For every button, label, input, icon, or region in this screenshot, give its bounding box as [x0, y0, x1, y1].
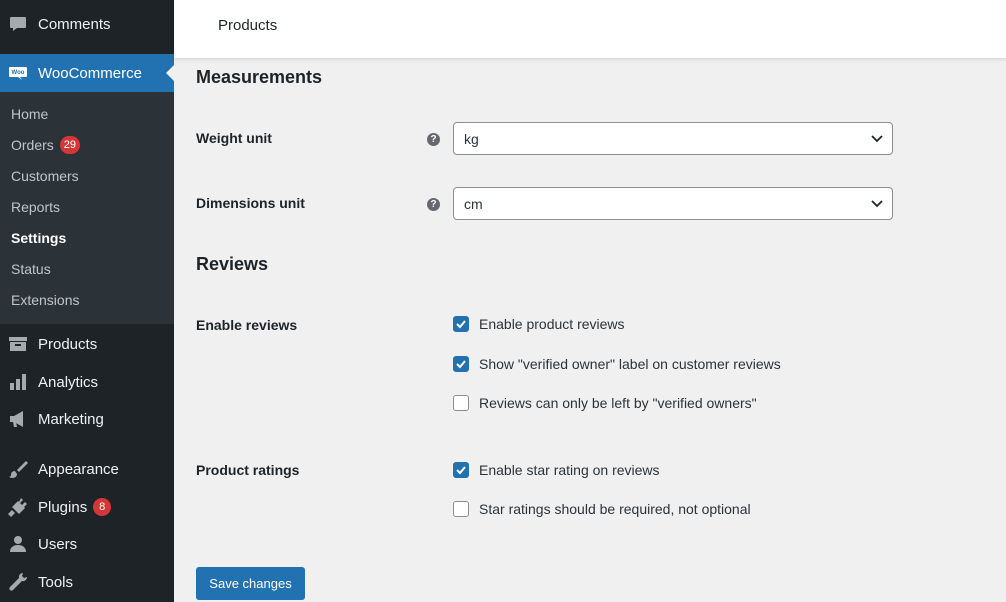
menu-item-marketing[interactable]: Marketing: [0, 401, 174, 437]
menu-label: Plugins: [38, 498, 88, 516]
menu-item-tools[interactable]: Tools: [0, 564, 174, 600]
page-title: Products: [218, 17, 278, 34]
comment-icon: [8, 14, 28, 34]
plugins-count-badge: 8: [93, 498, 112, 516]
reviews-heading: Reviews: [196, 254, 269, 274]
submenu-label: Settings: [11, 230, 67, 246]
checkbox-label: Enable product reviews: [479, 316, 625, 332]
checkbox-label: Reviews can only be left by "verified ow…: [479, 395, 757, 411]
menu-item-users[interactable]: Users: [0, 526, 174, 562]
submenu-label: Home: [11, 106, 49, 122]
menu-label: Analytics: [38, 373, 99, 391]
checkmark-icon: [456, 320, 466, 329]
help-icon[interactable]: ?: [427, 133, 440, 146]
submenu-item-reports[interactable]: Reports: [11, 199, 60, 215]
enable-star-rating-checkbox[interactable]: [453, 462, 469, 478]
selected-value: cm: [464, 195, 483, 212]
wrench-icon: [8, 572, 28, 592]
menu-item-woocommerce[interactable]: Woo WooCommerce: [0, 54, 174, 92]
orders-count-badge: 29: [59, 136, 81, 154]
submenu-label: Reports: [11, 199, 61, 215]
submenu-item-status[interactable]: Status: [11, 261, 51, 277]
user-icon: [8, 534, 28, 554]
verified-owner-label-checkbox[interactable]: [453, 356, 469, 372]
dimensions-unit-label: Dimensions unit: [196, 195, 305, 211]
enable-product-reviews-option[interactable]: Enable product reviews: [453, 316, 625, 332]
menu-label: Comments: [38, 15, 111, 33]
page-header: Products: [174, 0, 1006, 58]
paintbrush-icon: [8, 459, 28, 479]
woo-logo-text: Woo: [12, 70, 25, 76]
menu-label: Marketing: [38, 410, 104, 428]
menu-item-products[interactable]: Products: [0, 326, 174, 362]
submenu-label: Customers: [11, 168, 79, 184]
woocommerce-submenu: Home Orders 29 Customers Reports Setting…: [0, 92, 174, 324]
current-arrow: [166, 65, 174, 81]
product-ratings-label: Product ratings: [196, 462, 300, 478]
megaphone-icon: [8, 409, 28, 429]
enable-product-reviews-checkbox[interactable]: [453, 316, 469, 332]
verified-owners-only-option[interactable]: Reviews can only be left by "verified ow…: [453, 395, 757, 411]
menu-label: Appearance: [38, 460, 119, 478]
help-icon[interactable]: ?: [427, 198, 440, 211]
checkmark-icon: [456, 360, 466, 369]
menu-item-plugins[interactable]: Plugins 8: [0, 489, 174, 525]
verified-owner-label-option[interactable]: Show "verified owner" label on customer …: [453, 356, 781, 372]
weight-unit-label: Weight unit: [196, 130, 272, 146]
bar-chart-icon: [8, 372, 28, 392]
woocommerce-icon: Woo: [8, 63, 28, 83]
submenu-label: Extensions: [11, 292, 80, 308]
chevron-down-icon: [870, 131, 884, 145]
checkmark-icon: [456, 466, 466, 475]
star-rating-required-option[interactable]: Star ratings should be required, not opt…: [453, 501, 751, 517]
checkbox-label: Star ratings should be required, not opt…: [479, 501, 751, 517]
measurements-heading: Measurements: [196, 67, 323, 87]
menu-item-analytics[interactable]: Analytics: [0, 364, 174, 400]
submenu-item-customers[interactable]: Customers: [11, 168, 79, 184]
submenu-item-home[interactable]: Home: [11, 106, 48, 122]
dimensions-unit-select[interactable]: cm: [453, 187, 893, 220]
checkbox-label: Show "verified owner" label on customer …: [479, 356, 781, 372]
menu-label: WooCommerce: [38, 64, 142, 82]
menu-item-appearance[interactable]: Appearance: [0, 451, 174, 487]
submenu-item-extensions[interactable]: Extensions: [11, 292, 79, 308]
archive-icon: [8, 334, 28, 354]
enable-star-rating-option[interactable]: Enable star rating on reviews: [453, 462, 660, 478]
submenu-item-orders[interactable]: Orders 29: [11, 136, 81, 154]
save-changes-button[interactable]: Save changes: [196, 567, 305, 600]
menu-label: Users: [38, 535, 78, 553]
wp-admin: Comments Woo WooCommerce Home Orders 29 …: [0, 0, 1006, 602]
menu-label: Tools: [38, 573, 74, 591]
star-rating-required-checkbox[interactable]: [453, 501, 469, 517]
checkbox-label: Enable star rating on reviews: [479, 462, 660, 478]
selected-value: kg: [464, 130, 479, 147]
weight-unit-select[interactable]: kg: [453, 122, 893, 155]
verified-owners-only-checkbox[interactable]: [453, 395, 469, 411]
menu-item-comments[interactable]: Comments: [0, 6, 174, 42]
admin-sidebar: Comments Woo WooCommerce Home Orders 29 …: [0, 0, 174, 602]
enable-reviews-label: Enable reviews: [196, 317, 298, 333]
submenu-label: Status: [11, 261, 51, 277]
chevron-down-icon: [870, 196, 884, 210]
submenu-item-settings[interactable]: Settings: [11, 230, 66, 246]
submenu-label: Orders: [11, 137, 54, 153]
menu-label: Products: [38, 335, 98, 353]
plug-icon: [8, 497, 28, 517]
